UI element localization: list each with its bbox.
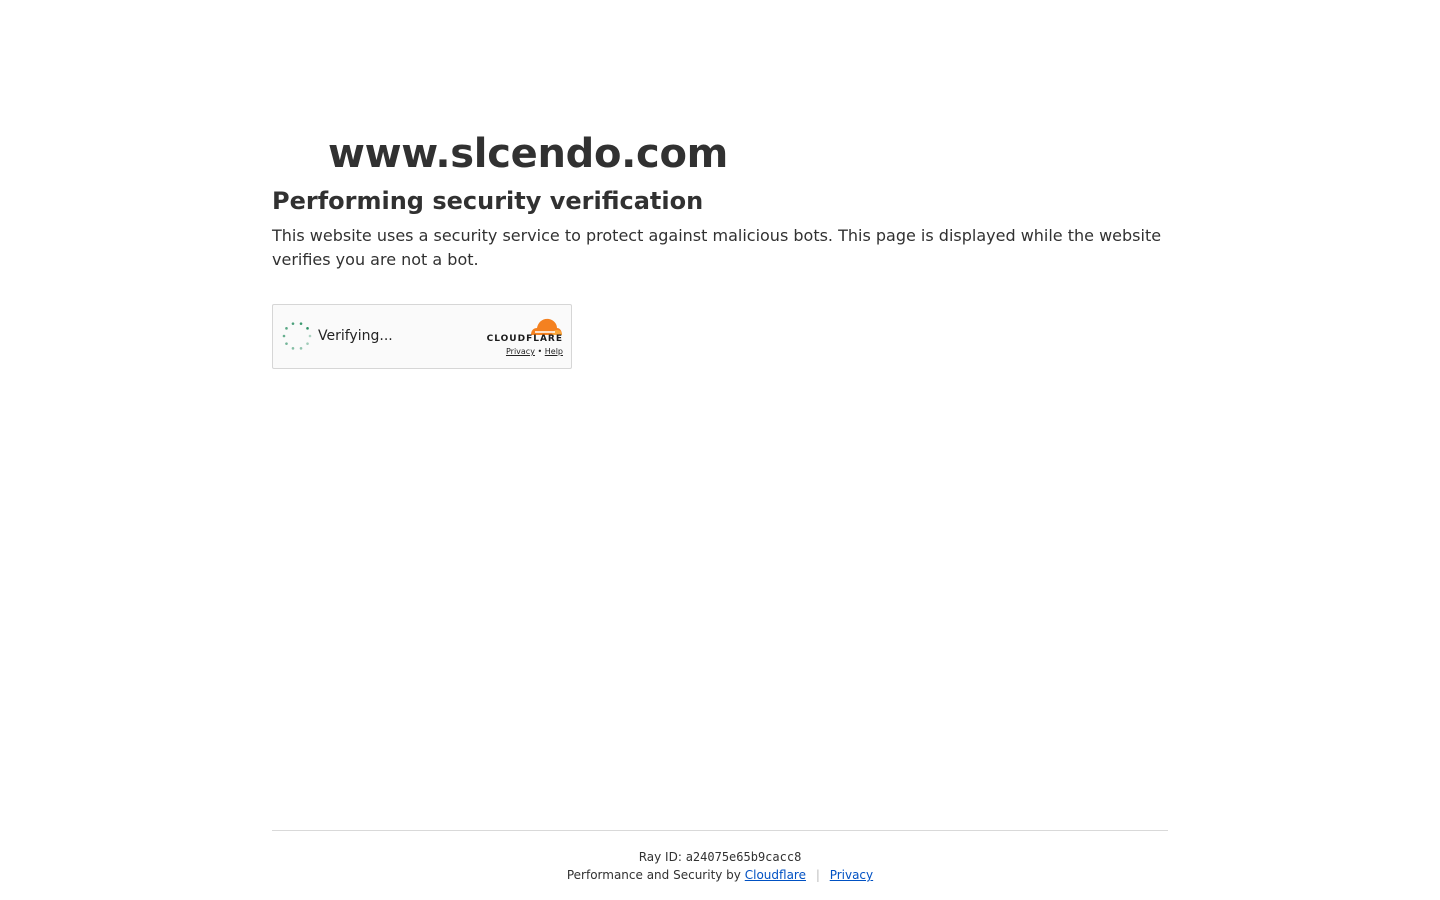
spinner-dot — [299, 347, 303, 350]
turnstile-widget[interactable]: Verifying... CLOUDFLARE Privacy • Help — [272, 304, 572, 369]
cloudflare-logo-text: CLOUDFLARE — [486, 334, 563, 344]
ray-id-value: a24075e65b9cacc8 — [685, 850, 802, 864]
widget-link-separator: • — [537, 347, 543, 356]
site-title: www.slcendo.com — [328, 131, 729, 177]
widget-help-link[interactable]: Help — [545, 347, 563, 356]
ray-id-label: Ray ID: — [638, 850, 682, 864]
widget-privacy-link[interactable]: Privacy — [506, 347, 535, 356]
verification-heading: Performing security verification — [272, 187, 704, 215]
challenge-page: www.slcendo.com Performing security veri… — [0, 0, 1440, 900]
verifying-status: Verifying... — [318, 328, 393, 344]
spinner-dot — [299, 322, 303, 325]
performance-line: Performance and Security by Cloudflare |… — [272, 867, 1168, 883]
spinner-dot — [306, 342, 309, 345]
footer-privacy-link[interactable]: Privacy — [830, 868, 873, 882]
verification-description: This website uses a security service to … — [272, 226, 1162, 269]
cloudflare-branding: CLOUDFLARE Privacy • Help — [483, 316, 563, 360]
ray-id-line: Ray ID: a24075e65b9cacc8 — [272, 849, 1168, 865]
main-content: www.slcendo.com Performing security veri… — [272, 128, 1168, 369]
spinner-dot — [285, 327, 288, 330]
spinner-dot — [306, 327, 309, 330]
spinner-dot — [282, 334, 286, 338]
performance-text: Performance and Security by — [566, 868, 741, 882]
spinner-dot — [285, 342, 288, 345]
spinner-dot — [291, 347, 295, 350]
footer: Ray ID: a24075e65b9cacc8 Performance and… — [272, 830, 1168, 883]
spinner-icon — [282, 322, 312, 350]
spinner-dot — [308, 334, 312, 338]
footer-separator: | — [815, 868, 820, 882]
spinner-dot — [291, 322, 295, 325]
widget-links: Privacy • Help — [506, 347, 563, 356]
cloudflare-cloud-icon — [531, 318, 562, 335]
cloudflare-link[interactable]: Cloudflare — [745, 868, 806, 882]
